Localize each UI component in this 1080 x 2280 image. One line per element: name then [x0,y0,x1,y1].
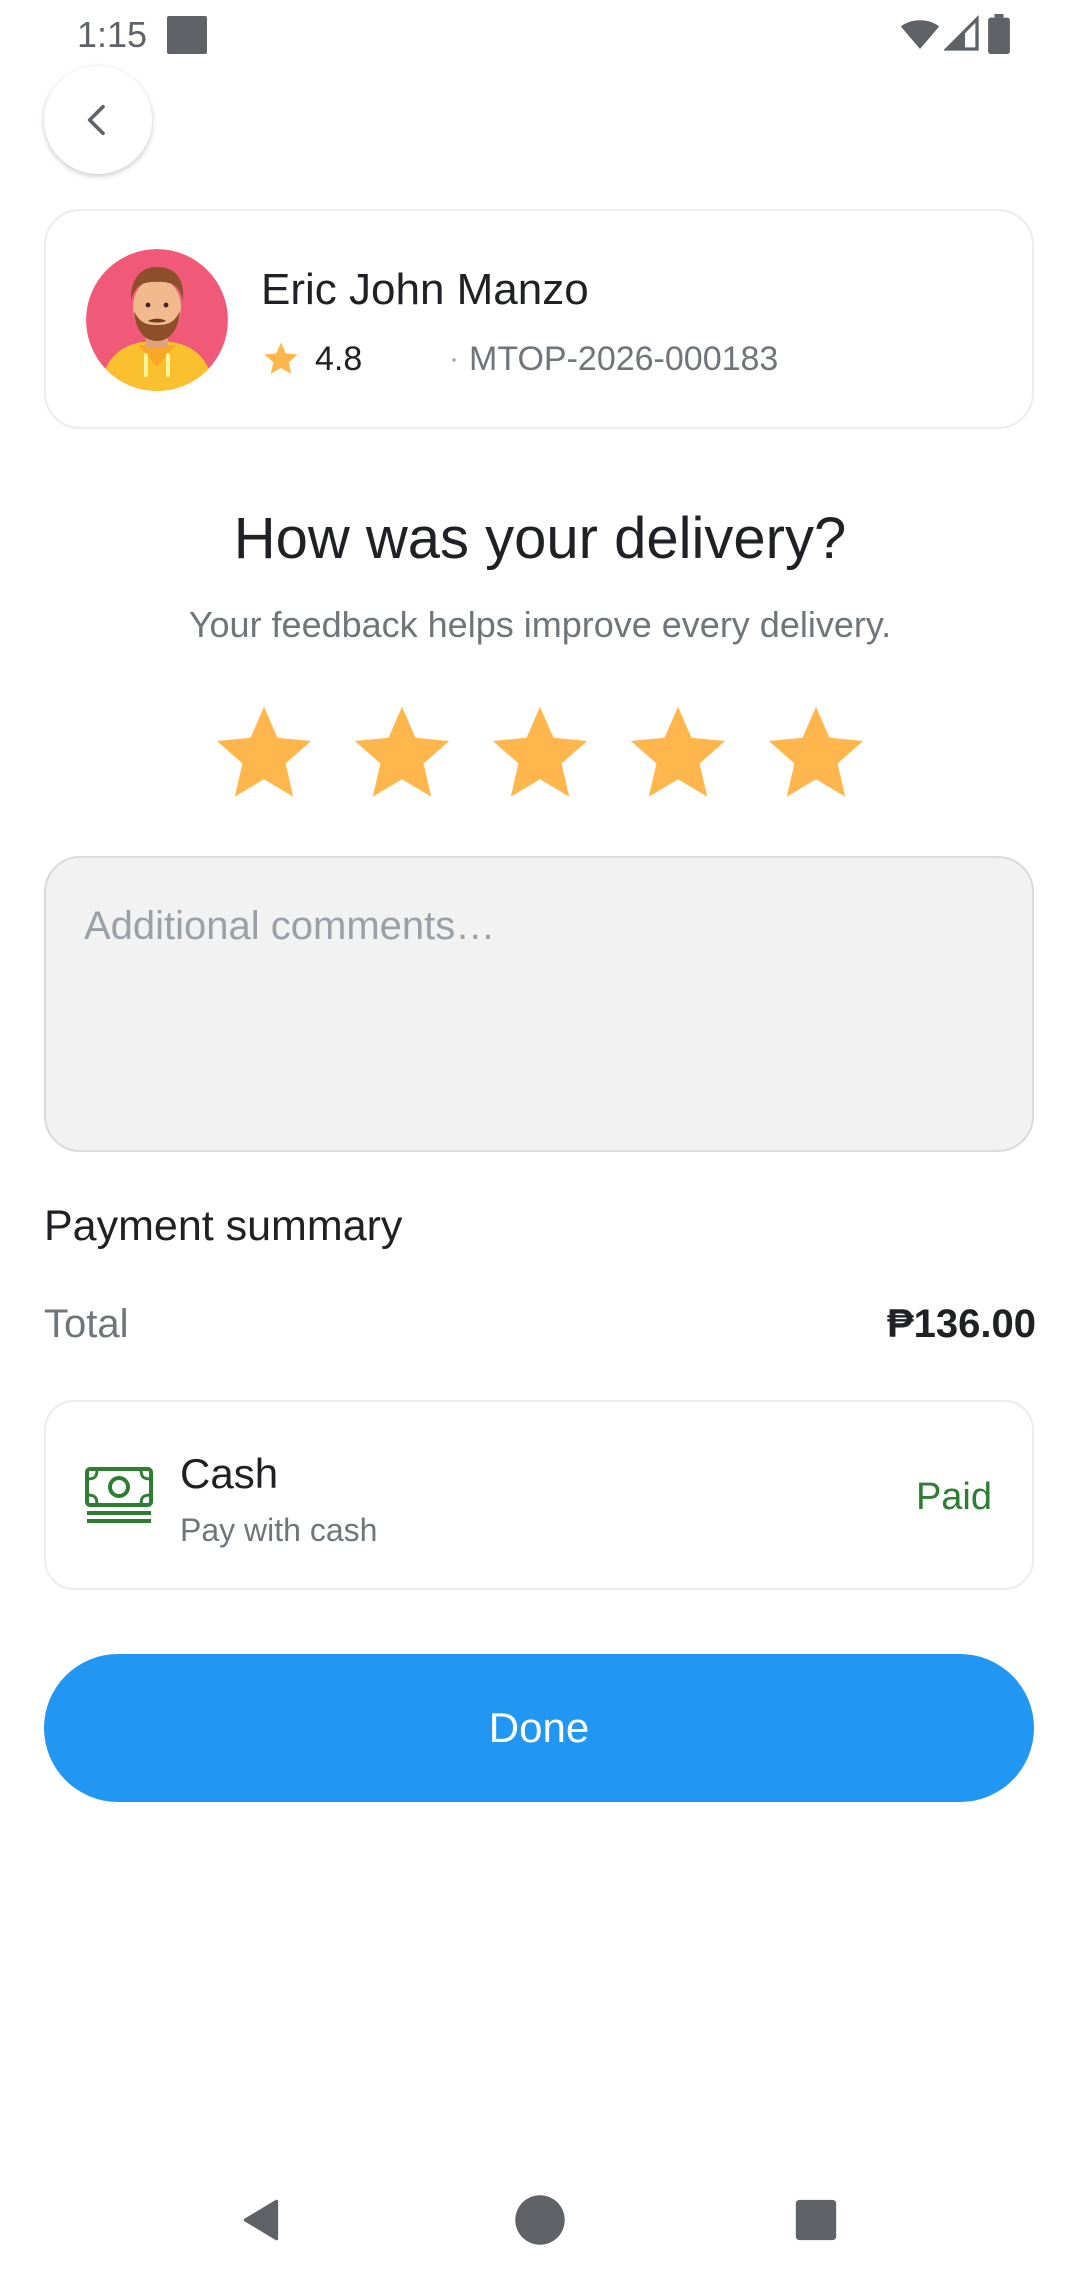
payment-method-subtitle: Pay with cash [180,1512,378,1548]
cash-icon [85,1467,153,1523]
comments-field[interactable] [44,856,1034,1152]
signal-icon [944,15,979,51]
driver-avatar-illustration [86,249,228,391]
delivery-rating-screen: 1:15 Eric John Manzo 4.8 · MTOP-2026-000… [0,0,1080,2280]
nav-back-button[interactable] [222,2180,302,2260]
star-4-button[interactable] [624,700,732,808]
payment-method-card: Cash Pay with cash Paid [44,1400,1034,1590]
done-button[interactable]: Done [44,1654,1034,1802]
star-1-button[interactable] [210,700,318,808]
system-nav-bar [0,2160,1080,2280]
driver-name: Eric John Manzo [261,265,589,314]
payment-method-title: Cash [180,1450,279,1497]
notification-app-icon [167,16,207,54]
status-bar: 1:15 [0,0,1080,72]
driver-rating: 4.8 [315,340,363,378]
star-5-button[interactable] [762,700,870,808]
back-nav-icon [243,2199,279,2241]
total-label: Total [44,1302,129,1346]
feedback-title: How was your delivery? [233,506,847,571]
wifi-icon [900,20,940,49]
home-nav-icon [515,2195,565,2245]
feedback-subtitle: Your feedback helps improve every delive… [188,604,892,645]
star-icon [492,706,588,797]
star-icon [630,706,726,797]
recents-nav-icon [795,2199,837,2241]
nav-home-button[interactable] [500,2180,580,2260]
rating-star-icon [264,342,298,374]
payment-summary-title: Payment summary [44,1202,403,1250]
star-2-button[interactable] [348,700,456,808]
star-rating [0,700,1080,810]
star-icon [216,706,312,797]
star-icon [354,706,450,797]
payment-status: Paid [915,1476,992,1518]
back-button[interactable] [44,66,152,174]
meta-separator: · [449,342,459,375]
star-icon [768,706,864,797]
driver-id: MTOP-2026-000183 [469,340,779,378]
driver-card: Eric John Manzo 4.8 · MTOP-2026-000183 [44,209,1034,429]
status-time: 1:15 [77,14,148,55]
star-3-button[interactable] [486,700,594,808]
battery-icon [988,14,1010,54]
avatar [86,249,228,391]
nav-recents-button[interactable] [776,2180,856,2260]
total-value: ₱136.00 [886,1302,1036,1346]
status-icons [900,14,1010,54]
chevron-left-icon [87,104,105,136]
